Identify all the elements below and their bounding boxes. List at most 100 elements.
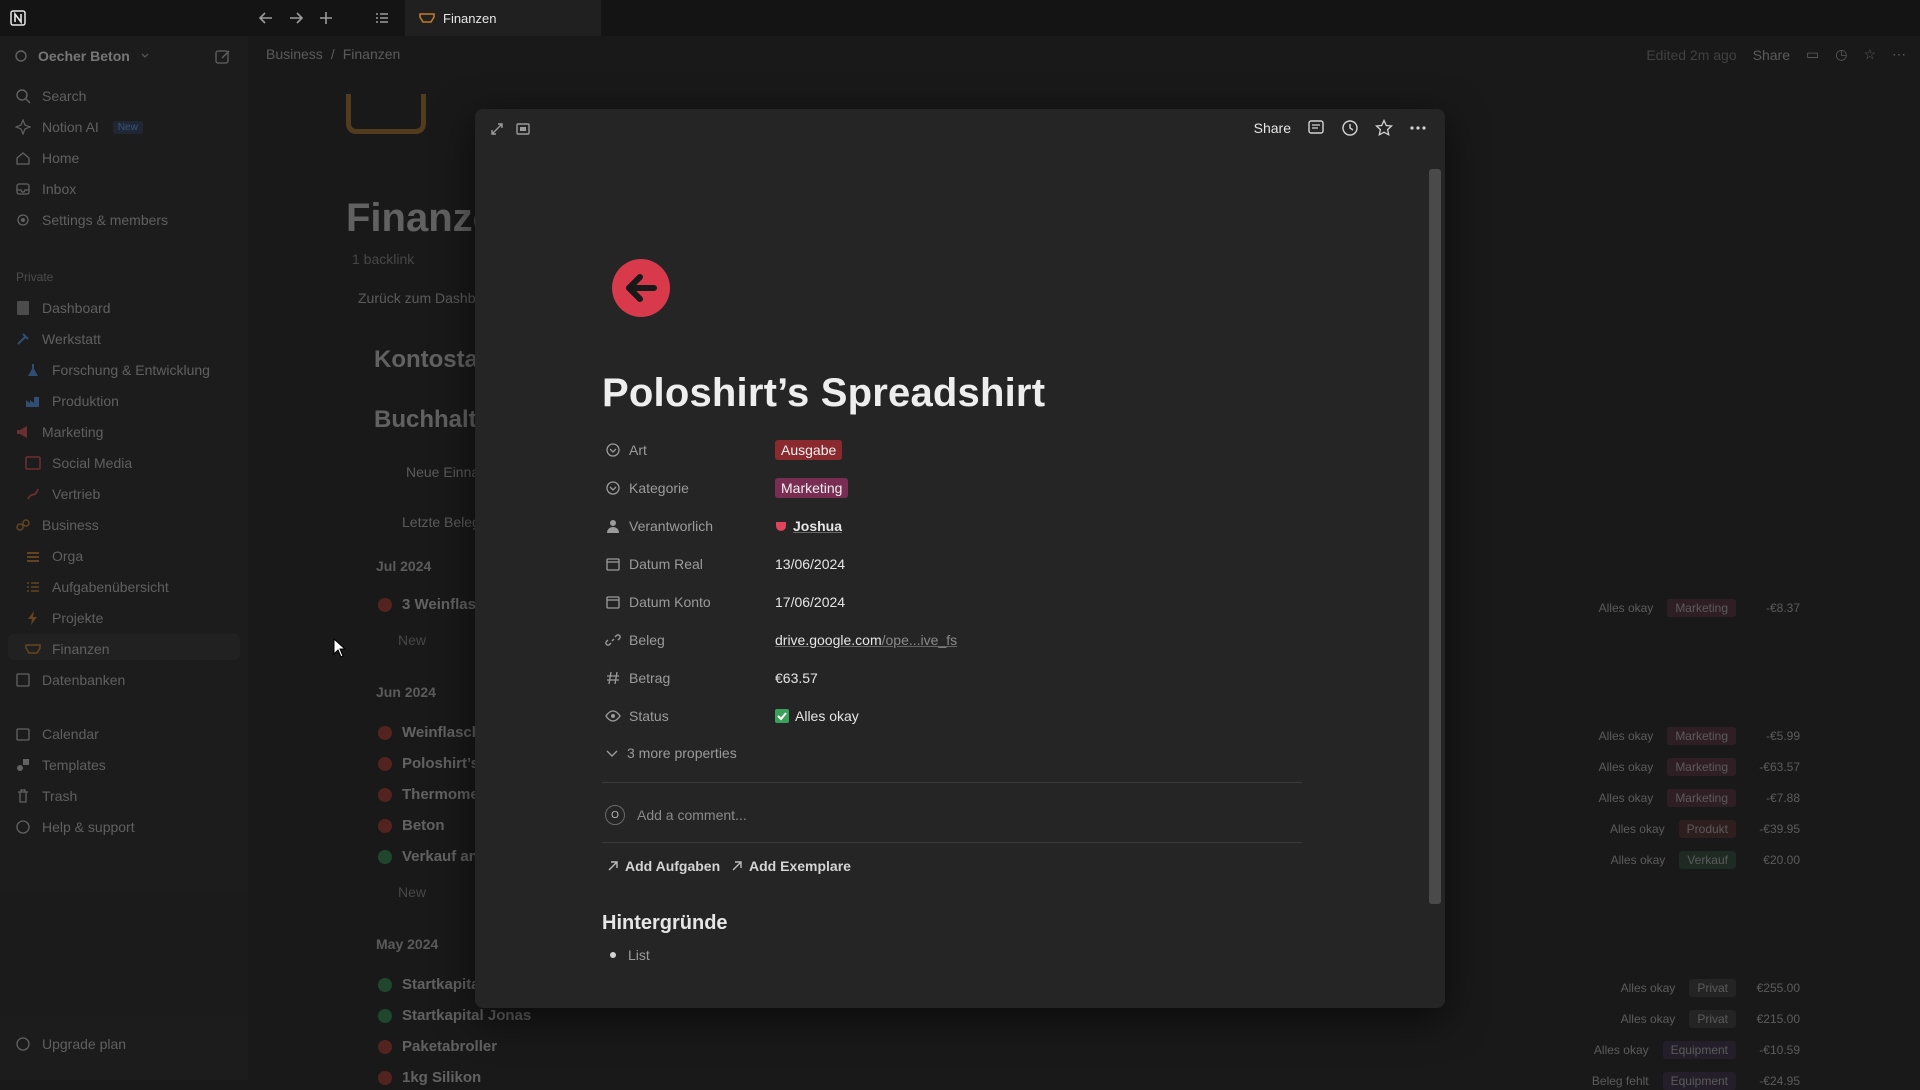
more-properties-toggle[interactable]: 3 more properties [605,745,737,761]
property-art[interactable]: Art Ausgabe [605,437,1285,463]
property-name: Datum Konto [629,594,711,610]
section-label-private: Private [16,270,54,284]
more-properties-label: 3 more properties [627,745,737,761]
link-domain[interactable]: drive.google.com [775,632,882,648]
scrollbar[interactable] [1429,169,1441,904]
sidebar-upgrade-plan[interactable]: Upgrade plan [14,1032,126,1056]
comment-icon[interactable] [1307,119,1325,137]
date-value[interactable]: 13/06/2024 [775,556,845,572]
star-icon[interactable]: ☆ [1863,46,1876,63]
date-value[interactable]: 17/06/2024 [775,594,845,610]
sidebar-item-business[interactable]: Business [14,513,99,537]
group-jun-2024[interactable]: Jun 2024 [376,684,436,700]
history-icon[interactable]: ◷ [1835,46,1847,63]
sidebar-item-label: Werkstatt [42,331,101,347]
table-row[interactable]: 1kg Silikon [378,1069,481,1086]
relation-label: Add Exemplare [749,858,851,874]
group-may-2024[interactable]: May 2024 [376,936,438,952]
sidebar-item-templates[interactable]: Templates [14,753,106,777]
compose-icon[interactable] [214,48,232,66]
table-row[interactable]: Startkapital Jonas [378,1007,531,1024]
sidebar-item-vertrieb[interactable]: Vertrieb [24,482,100,506]
property-beleg[interactable]: Beleg drive.google.com/ope...ive_fs [605,627,1285,653]
sidebar-item-forschung[interactable]: Forschung & Entwicklung [24,358,210,382]
new-row-button[interactable]: New [398,884,426,900]
sidebar-item-help[interactable]: Help & support [14,815,135,839]
property-status[interactable]: Status Alles okay [605,703,1285,729]
peek-mode-icon[interactable] [515,121,531,137]
tab-list-icon[interactable] [372,8,392,28]
link-path[interactable]: /ope...ive_fs [882,632,958,648]
select-icon [605,480,621,496]
status-value[interactable]: Alles okay [795,708,859,724]
sidebar-item-social-media[interactable]: Social Media [24,451,132,475]
forward-arrow-icon[interactable] [286,8,306,28]
sidebar-item-aufgaben[interactable]: Aufgabenübersicht [24,575,169,599]
table-row[interactable]: Paketabroller [378,1038,497,1055]
sidebar-item-label: Notion AI [42,119,99,135]
new-tab-plus-icon[interactable] [316,8,336,28]
sidebar-item-search[interactable]: Search [14,84,86,108]
factory-icon [24,392,42,410]
sidebar-item-marketing[interactable]: Marketing [14,420,103,444]
tab-finanzen[interactable]: Finanzen [405,0,601,36]
page-share-button[interactable]: Share [1753,47,1790,63]
add-aufgaben-button[interactable]: Add Aufgaben [607,858,720,874]
add-comment-field[interactable]: O Add a comment... [605,805,747,825]
arrow-left-circle-icon[interactable] [612,259,670,317]
breadcrumb-finanzen[interactable]: Finanzen [343,46,401,62]
property-datum-konto[interactable]: Datum Konto 17/06/2024 [605,589,1285,615]
sidebar-item-datenbanken[interactable]: Datenbanken [14,668,125,692]
more-icon[interactable]: ⋯ [1892,46,1906,63]
sidebar-item-label: Upgrade plan [42,1036,127,1052]
sidebar-item-label: Home [42,150,80,166]
row-meta: Beleg fehlt Equipment -€24.95 [1591,1072,1800,1090]
comment-icon[interactable]: ▭ [1806,46,1819,63]
back-arrow-icon[interactable] [256,8,276,28]
sidebar-item-dashboard[interactable]: Dashboard [14,296,111,320]
sidebar-item-home[interactable]: Home [14,146,79,170]
row-meta: Alles okay Produkt -€39.95 [1609,820,1800,838]
history-icon[interactable] [1341,119,1359,137]
property-datum-real[interactable]: Datum Real 13/06/2024 [605,551,1285,577]
inbox-icon [14,180,32,198]
bullet-text: List [628,947,650,963]
more-horizontal-icon[interactable] [1409,119,1427,137]
section-heading[interactable]: Hintergründe [602,912,728,935]
sidebar-item-werkstatt[interactable]: Werkstatt [14,327,101,351]
person-joshua[interactable]: Joshua [793,518,842,534]
add-exemplare-button[interactable]: Add Exemplare [731,858,851,874]
bullet-list-item[interactable]: List [610,947,650,963]
sidebar-item-label: Settings & members [42,212,169,228]
sidebar-item-settings[interactable]: Settings & members [14,208,168,232]
sidebar-item-produktion[interactable]: Produktion [24,389,119,413]
new-row-button[interactable]: New [398,632,426,648]
breadcrumb-business[interactable]: Business [266,46,323,62]
property-kategorie[interactable]: Kategorie Marketing [605,475,1285,501]
backlink-count[interactable]: 1 backlink [352,251,414,267]
expand-icon[interactable] [489,121,505,137]
trash-icon [14,787,32,805]
sidebar-item-inbox[interactable]: Inbox [14,177,76,201]
gear-icon [14,211,32,229]
table-row[interactable]: Beton [378,817,445,834]
property-betrag[interactable]: Betrag €63.57 [605,665,1285,691]
workspace-switcher[interactable]: Oecher Beton [14,48,150,64]
edited-timestamp: Edited 2m ago [1646,46,1737,63]
sidebar-item-projekte[interactable]: Projekte [24,606,103,630]
sidebar-item-trash[interactable]: Trash [14,784,77,808]
amount-value[interactable]: €63.57 [775,670,818,686]
modal-share-button[interactable]: Share [1254,120,1291,136]
sidebar-item-label: Forschung & Entwicklung [52,362,210,378]
property-verantworlich[interactable]: Verantworlich Joshua [605,513,1285,539]
sidebar-item-finanzen[interactable]: Finanzen [24,637,110,661]
sidebar-item-notion-ai[interactable]: Notion AI New [14,115,143,139]
star-icon[interactable] [1375,119,1393,137]
tag-ausgabe[interactable]: Ausgabe [775,440,843,460]
page-title[interactable]: Poloshirt’s Spreadshirt [602,371,1045,416]
group-jul-2024[interactable]: Jul 2024 [376,558,431,574]
sidebar-item-orga[interactable]: Orga [24,544,83,568]
sidebar-item-calendar[interactable]: Calendar [14,722,99,746]
mouse-cursor-icon [333,637,347,661]
tag-marketing[interactable]: Marketing [775,478,849,498]
